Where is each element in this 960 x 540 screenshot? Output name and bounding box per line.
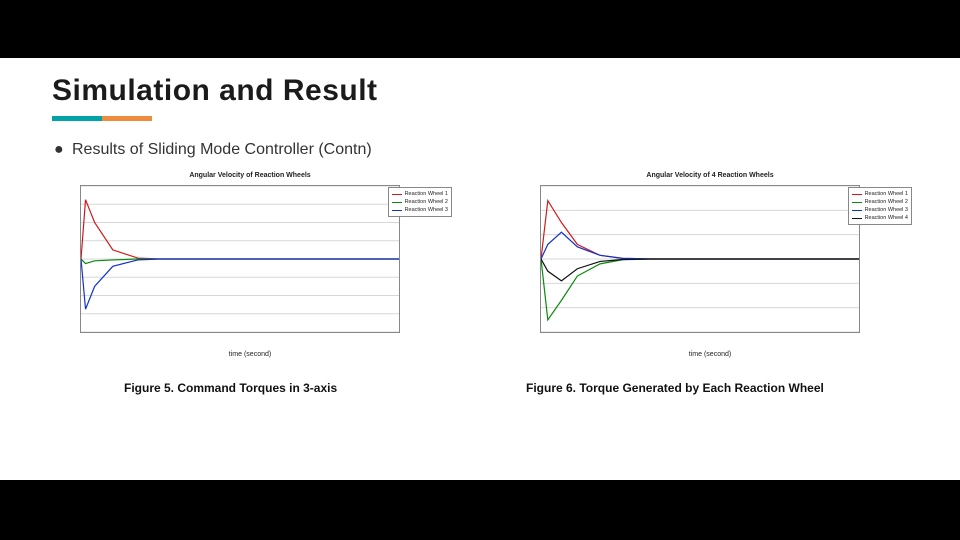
bullet-subtitle: ●Results of Sliding Mode Controller (Con… [0, 121, 960, 165]
legend-label: Reaction Wheel 4 [865, 214, 908, 222]
legend-swatch [392, 210, 402, 211]
figure-6-panel: Angular Velocity of 4 Reaction Wheels Re… [500, 171, 920, 359]
legend-swatch [392, 194, 402, 195]
legend-label: Reaction Wheel 1 [865, 190, 908, 198]
legend-entry: Reaction Wheel 2 [852, 198, 908, 206]
legend-b: Reaction Wheel 1Reaction Wheel 2Reaction… [848, 187, 912, 225]
figure-5-panel: Angular Velocity of Reaction Wheels Reac… [40, 171, 460, 359]
legend-label: Reaction Wheel 2 [405, 198, 448, 206]
legend-label: Reaction Wheel 2 [865, 198, 908, 206]
legend-entry: Reaction Wheel 3 [392, 206, 448, 214]
legend-swatch [852, 202, 862, 203]
legend-swatch [852, 194, 862, 195]
xaxis-label-b: time (second) [500, 351, 920, 358]
legend-entry: Reaction Wheel 2 [392, 198, 448, 206]
legend-entry: Reaction Wheel 1 [852, 190, 908, 198]
chart-title-a: Angular Velocity of Reaction Wheels [40, 172, 460, 179]
page-title: Simulation and Result [52, 74, 960, 108]
legend-label: Reaction Wheel 3 [405, 206, 448, 214]
bottom-black-bar [0, 480, 960, 540]
plot-area-b [540, 185, 860, 333]
legend-swatch [852, 218, 862, 219]
xaxis-label-a: time (second) [40, 351, 460, 358]
legend-label: Reaction Wheel 1 [405, 190, 448, 198]
legend-label: Reaction Wheel 3 [865, 206, 908, 214]
legend-entry: Reaction Wheel 4 [852, 214, 908, 222]
chart-title-b: Angular Velocity of 4 Reaction Wheels [500, 172, 920, 179]
top-black-bar [0, 0, 960, 58]
bullet-text: Results of Sliding Mode Controller (Cont… [72, 141, 372, 158]
legend-entry: Reaction Wheel 1 [392, 190, 448, 198]
legend-swatch [392, 202, 402, 203]
figure-6-caption: Figure 6. Torque Generated by Each React… [500, 381, 920, 395]
legend-swatch [852, 210, 862, 211]
figure-5-caption: Figure 5. Command Torques in 3-axis [40, 381, 500, 395]
plot-area-a [80, 185, 400, 333]
legend-a: Reaction Wheel 1Reaction Wheel 2Reaction… [388, 187, 452, 217]
legend-entry: Reaction Wheel 3 [852, 206, 908, 214]
